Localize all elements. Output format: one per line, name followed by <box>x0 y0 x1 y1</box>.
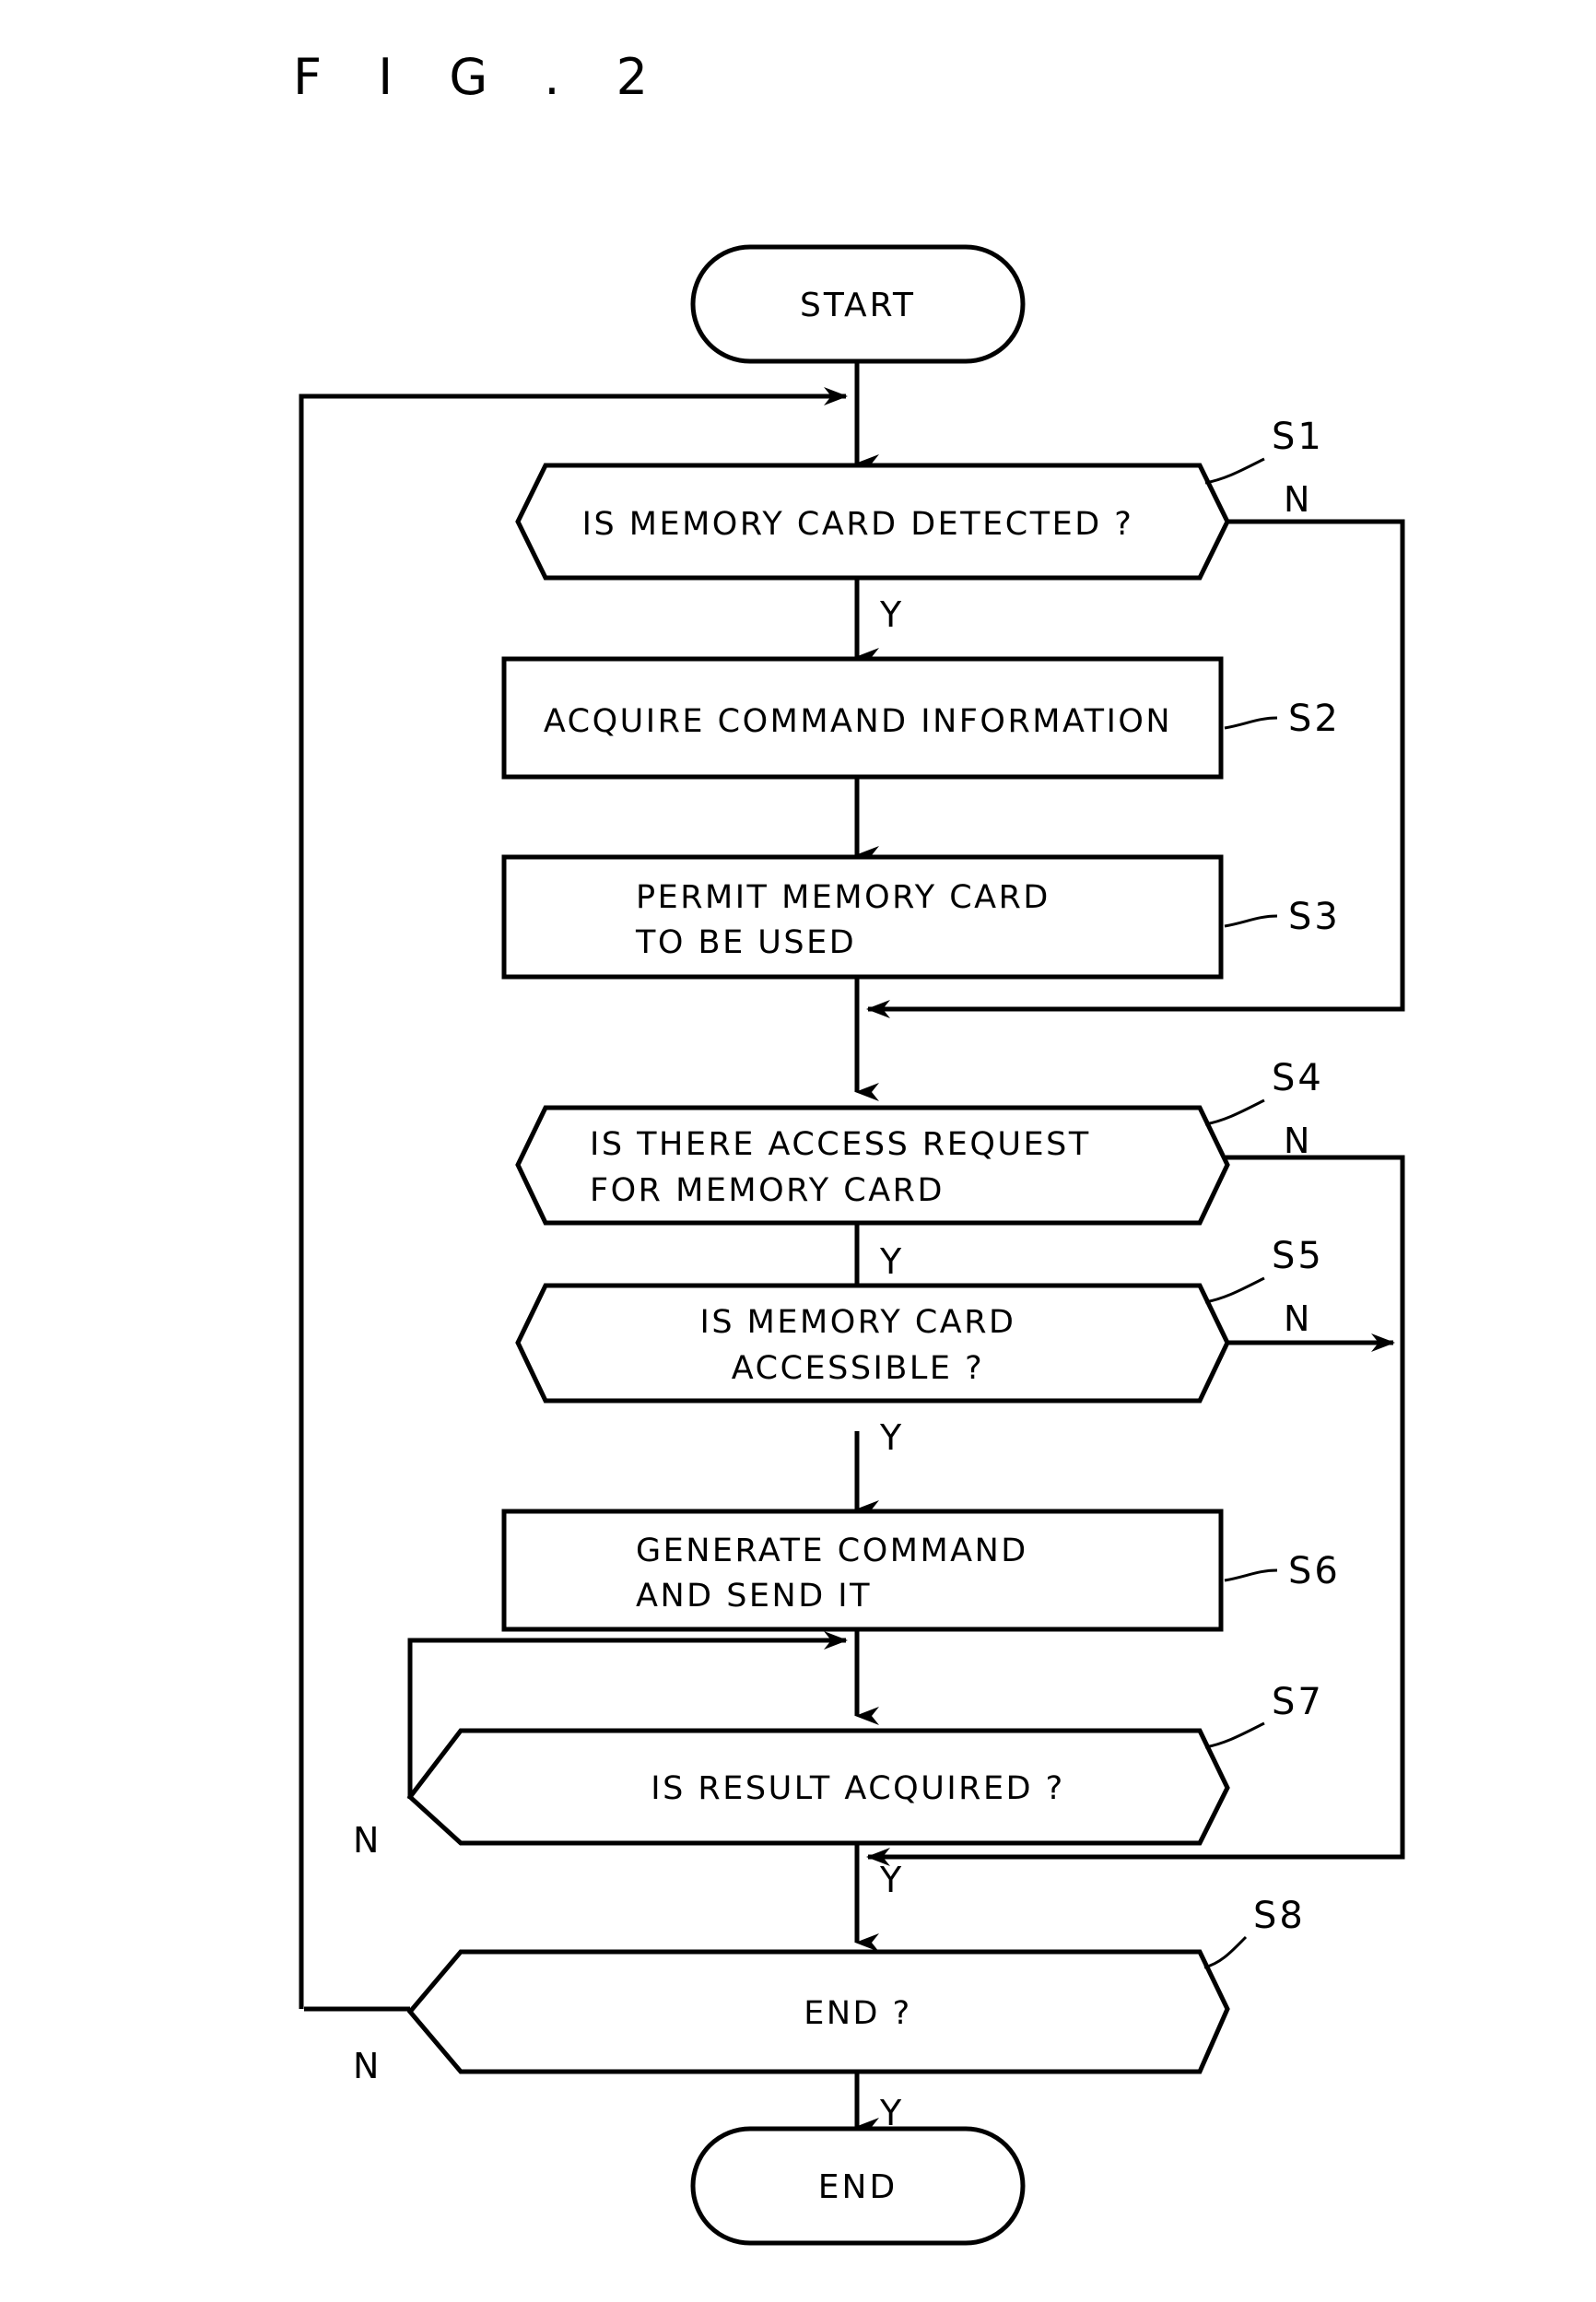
leader-s8 <box>1203 1935 1248 1969</box>
step-label-s5: S5 <box>1272 1235 1324 1277</box>
node-start-label: START <box>800 287 916 324</box>
leader-s3 <box>1224 914 1278 928</box>
branch-label-s4-yes: Y <box>879 1241 902 1282</box>
branch-label-s1-yes: Y <box>879 594 902 635</box>
step-label-s8: S8 <box>1253 1895 1306 1937</box>
leader-s1 <box>1204 457 1265 485</box>
node-s6-line2: AND SEND IT <box>636 1578 872 1615</box>
leader-s6 <box>1224 1568 1278 1582</box>
node-s8-label: END ? <box>804 1995 911 2032</box>
branch-label-s5-no: N <box>1284 1298 1309 1339</box>
node-s6-line1: GENERATE COMMAND <box>636 1533 1028 1569</box>
node-s3-line2: TO BE USED <box>635 924 856 961</box>
node-s5-line1: IS MEMORY CARD <box>700 1304 1016 1341</box>
node-s1-label: IS MEMORY CARD DETECTED ? <box>582 506 1134 543</box>
node-s5-line2: ACCESSIBLE ? <box>732 1350 984 1387</box>
branch-label-s1-no: N <box>1284 479 1309 520</box>
branch-label-s7-no: N <box>353 1820 379 1861</box>
node-s4-line2: FOR MEMORY CARD <box>590 1172 945 1209</box>
node-s4-line1: IS THERE ACCESS REQUEST <box>590 1126 1091 1163</box>
figure-page: F I G . 2 START IS MEMORY CARD DETECTED … <box>0 0 1596 2302</box>
branch-label-s8-no: N <box>353 2046 379 2086</box>
step-label-s6: S6 <box>1288 1550 1341 1592</box>
step-label-s1: S1 <box>1272 416 1324 458</box>
step-label-s7: S7 <box>1272 1681 1324 1723</box>
node-s2-label: ACQUIRE COMMAND INFORMATION <box>544 703 1172 740</box>
leader-s7 <box>1204 1721 1265 1749</box>
step-label-s2: S2 <box>1288 698 1341 740</box>
step-label-s4: S4 <box>1272 1057 1324 1099</box>
branch-label-s7-yes: Y <box>879 1860 902 1900</box>
branch-label-s5-yes: Y <box>879 1417 902 1458</box>
flowchart-canvas: START IS MEMORY CARD DETECTED ? S1 N Y A… <box>299 244 1405 2246</box>
step-label-s3: S3 <box>1288 896 1341 938</box>
node-end-label: END <box>818 2168 898 2206</box>
node-s3[interactable] <box>501 854 1224 980</box>
branch-label-s4-no: N <box>1284 1121 1309 1161</box>
node-s3-line1: PERMIT MEMORY CARD <box>636 879 1050 916</box>
leader-s2 <box>1224 716 1278 730</box>
leader-s5 <box>1204 1276 1265 1304</box>
node-s7-label: IS RESULT ACQUIRED ? <box>651 1770 1064 1807</box>
leader-s4 <box>1204 1098 1265 1126</box>
